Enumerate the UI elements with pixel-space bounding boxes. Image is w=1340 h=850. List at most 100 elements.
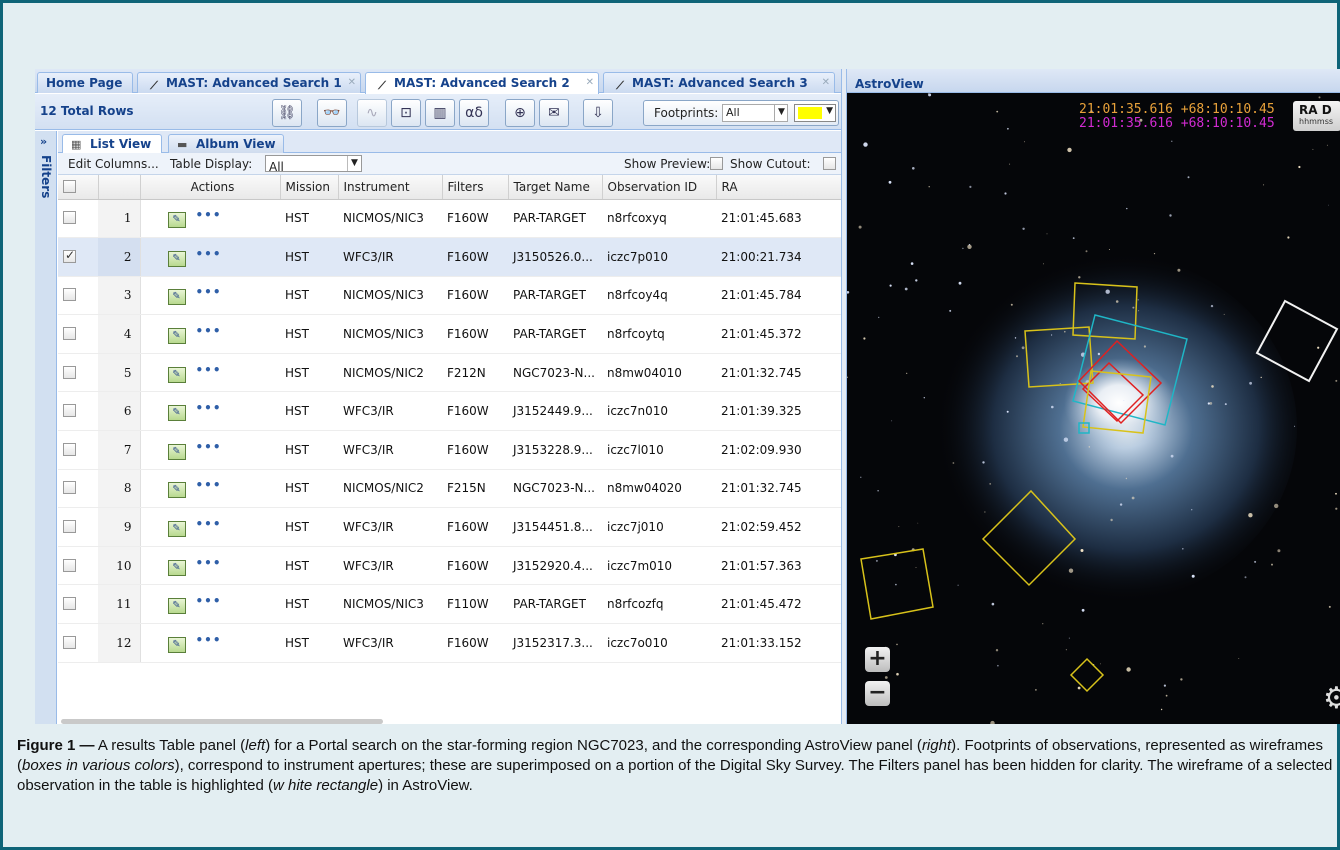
edit-icon[interactable]: ✎	[167, 598, 186, 615]
star	[878, 316, 880, 319]
edit-icon[interactable]: ✎	[167, 636, 186, 653]
edit-icon[interactable]: ✎	[167, 482, 186, 499]
edit-columns-link[interactable]: Edit Columns...	[68, 157, 159, 171]
table-row[interactable]: 9 ✎ ••• HST WFC3/IR F160W J3154451.8... iczc7j0…	[58, 507, 841, 547]
row-checkbox[interactable]	[58, 584, 98, 625]
table-row[interactable]: 11 ✎ ••• HST NICMOS/NIC3 F110W PAR-TARGET n8rfc…	[58, 584, 841, 625]
edit-icon[interactable]: ✎	[167, 559, 186, 576]
export-icon[interactable]: ✉	[539, 99, 569, 127]
link-icon[interactable]: ⛓	[272, 99, 302, 127]
edit-icon[interactable]: ✎	[167, 366, 186, 383]
row-checkbox[interactable]	[58, 469, 98, 509]
chevron-down-icon[interactable]: ▼	[774, 104, 788, 122]
edit-icon[interactable]: ✎	[167, 405, 186, 422]
horizontal-scrollbar[interactable]	[61, 719, 383, 724]
download-icon[interactable]: ⇩	[583, 99, 613, 127]
coordinates-icon[interactable]: αδ	[459, 99, 489, 127]
row-checkbox[interactable]	[58, 546, 98, 586]
column-header-observation-id[interactable]: Observation ID	[602, 175, 717, 200]
star	[1132, 306, 1135, 309]
table-row[interactable]: 4 ✎ ••• HST NICMOS/NIC3 F160W PAR-TARGET n8rfco…	[58, 314, 841, 354]
column-header-target-name[interactable]: Target Name	[508, 175, 603, 200]
row-checkbox[interactable]	[58, 391, 98, 432]
row-checkbox[interactable]	[58, 199, 98, 239]
more-options-icon[interactable]: •••	[196, 633, 222, 647]
row-checkbox[interactable]	[58, 507, 98, 547]
binoculars-icon[interactable]: 👓	[317, 99, 347, 127]
more-options-icon[interactable]: •••	[196, 324, 222, 338]
edit-icon[interactable]: ✎	[167, 521, 186, 538]
more-options-icon[interactable]: •••	[196, 594, 222, 608]
star	[888, 180, 892, 184]
table-row[interactable]: 10 ✎ ••• HST WFC3/IR F160W J3152920.4... iczc7m…	[58, 546, 841, 586]
star	[863, 142, 868, 147]
tab-advanced-search-1[interactable]: ⟋ MAST: Advanced Search 1 ✕	[137, 72, 361, 93]
results-table: Actions Mission Instrument Filters Targe…	[58, 175, 842, 663]
row-checkbox[interactable]	[58, 623, 98, 663]
row-checkbox[interactable]	[58, 353, 98, 393]
gear-icon[interactable]: ⚙	[1323, 681, 1340, 716]
expand-icon[interactable]: »	[40, 135, 47, 148]
table-row[interactable]: 7 ✎ ••• HST WFC3/IR F160W J3153228.9... iczc7l0…	[58, 430, 841, 470]
edit-icon[interactable]: ✎	[167, 289, 186, 306]
chart-icon[interactable]: ∿	[357, 99, 387, 127]
tab-list-view[interactable]: ▦ List View	[62, 134, 162, 154]
star	[860, 476, 862, 478]
more-options-icon[interactable]: •••	[196, 401, 222, 415]
show-cutout-checkbox[interactable]	[823, 157, 836, 171]
sky-map[interactable]	[847, 93, 1340, 724]
more-options-icon[interactable]: •••	[196, 363, 222, 377]
row-checkbox[interactable]	[58, 276, 98, 316]
more-options-icon[interactable]: •••	[196, 517, 222, 531]
columns-icon[interactable]: ▥	[425, 99, 455, 127]
table-row[interactable]: 6 ✎ ••• HST WFC3/IR F160W J3152449.9... iczc7n0…	[58, 391, 841, 432]
edit-icon[interactable]: ✎	[167, 443, 186, 460]
tab-advanced-search-3[interactable]: ⟋ MAST: Advanced Search 3 ✕	[603, 72, 835, 93]
column-header-ra[interactable]: RA	[716, 175, 842, 200]
tab-album-view[interactable]: ▬ Album View	[168, 134, 284, 153]
close-icon[interactable]: ✕	[348, 73, 356, 93]
star	[898, 526, 900, 528]
close-icon[interactable]: ✕	[586, 73, 594, 93]
column-header-instrument[interactable]: Instrument	[338, 175, 443, 200]
show-preview-checkbox[interactable]	[710, 157, 723, 171]
more-options-icon[interactable]: •••	[196, 208, 222, 222]
coordinate-readout: 21:01:35.616 +68:10:10.45 21:01:35.616 +…	[1079, 103, 1275, 131]
table-row[interactable]: 5 ✎ ••• HST NICMOS/NIC2 F212N NGC7023-N... n8mw…	[58, 353, 841, 393]
tab-advanced-search-2[interactable]: ⟋ MAST: Advanced Search 2 ✕	[365, 72, 599, 94]
cell-ra: 21:01:39.325	[716, 391, 841, 432]
star	[889, 284, 892, 287]
close-icon[interactable]: ✕	[822, 73, 830, 93]
column-header-filters[interactable]: Filters	[442, 175, 509, 200]
table-row[interactable]: 12 ✎ ••• HST WFC3/IR F160W J3152317.3... iczc7o…	[58, 623, 841, 663]
table-row[interactable]: 2 ✎ ••• HSTWFC3/IRF160WJ3150526.0...iczc7p0…	[58, 237, 841, 277]
radec-format-button[interactable]: RA Dhhmmss	[1293, 101, 1340, 131]
table-row[interactable]: 1 ✎ ••• HST NICMOS/NIC3 F160W PAR-TARGET n8rfco…	[58, 199, 841, 239]
add-basket-icon[interactable]: ⊕	[505, 99, 535, 127]
zoom-out-button[interactable]: −	[865, 681, 890, 706]
scatter-plot-icon[interactable]: ⊡	[391, 99, 421, 127]
more-options-icon[interactable]: •••	[196, 556, 222, 570]
star	[1209, 402, 1213, 405]
edit-icon[interactable]: ✎	[167, 328, 186, 345]
filters-panel-collapsed[interactable]: » Filters	[35, 131, 57, 724]
more-options-icon[interactable]: •••	[196, 478, 222, 492]
tab-home-page[interactable]: Home Page	[37, 72, 133, 93]
column-header-mission[interactable]: Mission	[280, 175, 339, 200]
table-row[interactable]: 3 ✎ ••• HST NICMOS/NIC3 F160W PAR-TARGET n8rfco…	[58, 276, 841, 316]
star	[1249, 381, 1252, 385]
select-all-checkbox[interactable]	[58, 175, 99, 200]
more-options-icon[interactable]: •••	[196, 285, 222, 299]
edit-icon[interactable]: ✎	[167, 212, 186, 229]
more-options-icon[interactable]: •••	[196, 440, 222, 454]
row-checkbox[interactable]	[58, 237, 98, 277]
table-row[interactable]: 8 ✎ ••• HST NICMOS/NIC2 F215N NGC7023-N... n8mw…	[58, 469, 841, 509]
column-header-actions[interactable]: Actions	[140, 175, 281, 200]
zoom-in-button[interactable]: +	[865, 647, 890, 672]
edit-icon[interactable]: ✎	[167, 250, 186, 267]
row-checkbox[interactable]	[58, 430, 98, 470]
footprint-color-picker[interactable]: ▼	[794, 104, 836, 122]
row-checkbox[interactable]	[58, 314, 98, 354]
more-options-icon[interactable]: •••	[196, 247, 222, 261]
table-display-select[interactable]: All ▼	[265, 155, 362, 174]
